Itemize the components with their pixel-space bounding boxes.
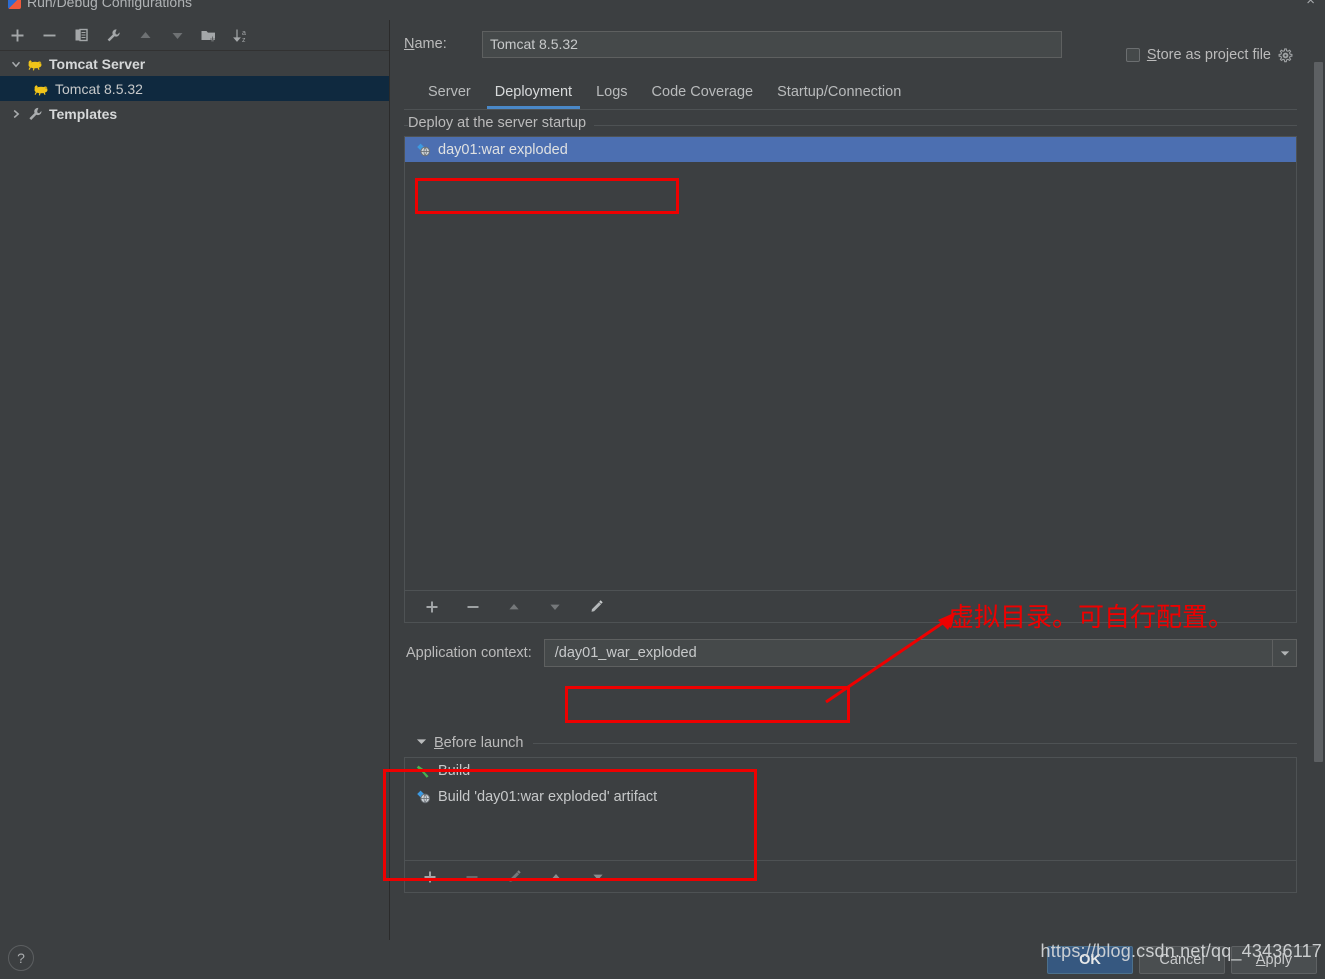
store-as-project-file-checkbox[interactable] <box>1125 48 1140 62</box>
chevron-right-icon[interactable] <box>6 109 26 119</box>
remove-artifact-button[interactable] <box>462 596 484 618</box>
tab-logs[interactable]: Logs <box>584 84 639 109</box>
dialog-scrollbar[interactable] <box>1314 62 1323 940</box>
edit-artifact-button[interactable] <box>585 596 607 618</box>
deployment-artifacts-list[interactable]: day01:war exploded <box>404 136 1297 591</box>
wrench-icon <box>26 106 44 122</box>
configurations-sidebar: a z Tomcat Server Tomcat 8.5.32 Template… <box>0 20 390 940</box>
annotation-note-text: 虚拟目录。可自行配置。 <box>948 603 1235 633</box>
tab-code-coverage[interactable]: Code Coverage <box>640 84 766 109</box>
configuration-tabs: Server Deployment Logs Code Coverage Sta… <box>391 71 1311 109</box>
run-debug-configurations-dialog: Run/Debug Configurations × a z Tomcat Se… <box>0 0 1325 979</box>
new-folder-button[interactable] <box>198 24 220 46</box>
store-as-project-file-row[interactable]: Store as project file <box>1125 47 1293 63</box>
tree-item-tomcat-server[interactable]: Tomcat Server <box>0 51 389 76</box>
before-launch-header[interactable]: Before launch <box>404 731 1297 755</box>
list-item-label: day01:war exploded <box>438 141 568 158</box>
list-item-label: Build 'day01:war exploded' artifact <box>438 789 658 805</box>
store-as-project-file-label: Store as project file <box>1146 47 1271 63</box>
section-divider <box>533 742 1297 744</box>
chevron-down-icon[interactable] <box>1272 640 1296 666</box>
watermark: https://blog.csdn.net/qq_43436117 <box>1040 941 1322 961</box>
name-label: Name: <box>404 36 447 52</box>
close-icon[interactable]: × <box>1306 0 1315 8</box>
artifact-icon <box>415 142 433 158</box>
application-context-label: Application context: <box>406 645 532 661</box>
sidebar-toolbar: a z <box>0 20 389 50</box>
list-item[interactable]: day01:war exploded <box>405 137 1296 162</box>
scrollbar-thumb[interactable] <box>1314 62 1323 762</box>
gear-icon[interactable] <box>1278 47 1293 63</box>
move-up-button[interactable] <box>134 24 156 46</box>
tree-item-tomcat-8-5-32[interactable]: Tomcat 8.5.32 <box>0 76 389 101</box>
move-down-button[interactable] <box>166 24 188 46</box>
add-configuration-button[interactable] <box>6 24 28 46</box>
list-item[interactable]: Build <box>405 758 1296 784</box>
deploy-section-header: Deploy at the server startup <box>404 110 1297 136</box>
configurations-tree: Tomcat Server Tomcat 8.5.32 Templates <box>0 50 389 938</box>
move-artifact-up-button[interactable] <box>503 596 525 618</box>
svg-text:z: z <box>242 37 246 44</box>
tomcat-icon <box>32 81 50 97</box>
chevron-down-icon[interactable] <box>6 59 26 69</box>
tree-item-templates[interactable]: Templates <box>0 101 389 126</box>
move-task-up-button[interactable] <box>545 866 567 888</box>
help-button[interactable]: ? <box>8 945 34 971</box>
remove-configuration-button[interactable] <box>38 24 60 46</box>
tomcat-icon <box>26 56 44 72</box>
edit-task-button[interactable] <box>503 866 525 888</box>
tree-item-label: Templates <box>49 105 118 122</box>
tab-server[interactable]: Server <box>416 84 483 109</box>
move-task-down-button[interactable] <box>587 866 609 888</box>
before-launch-toolbar <box>404 861 1297 893</box>
build-hammer-icon <box>415 763 433 779</box>
copy-configuration-button[interactable] <box>70 24 92 46</box>
sort-configurations-button[interactable]: a z <box>230 24 252 46</box>
svg-text:a: a <box>242 30 246 37</box>
edit-templates-button[interactable] <box>102 24 124 46</box>
before-launch-section: Before launch Build Build 'day01:war exp… <box>404 731 1297 893</box>
dialog-title: Run/Debug Configurations <box>27 0 192 10</box>
list-item[interactable]: Build 'day01:war exploded' artifact <box>405 784 1296 810</box>
tree-item-label: Tomcat 8.5.32 <box>55 80 143 97</box>
before-launch-task-list[interactable]: Build Build 'day01:war exploded' artifac… <box>404 757 1297 861</box>
list-item-label: Build <box>438 763 471 779</box>
tab-startup-connection[interactable]: Startup/Connection <box>765 84 913 109</box>
artifact-icon <box>415 789 433 805</box>
add-task-button[interactable] <box>419 866 441 888</box>
remove-task-button[interactable] <box>461 866 483 888</box>
move-artifact-down-button[interactable] <box>544 596 566 618</box>
dialog-titlebar: Run/Debug Configurations × <box>0 0 1325 13</box>
add-artifact-button[interactable] <box>421 596 443 618</box>
configuration-editor-pane: Name: Store as project file Server Deplo… <box>391 20 1311 940</box>
application-context-value[interactable]: /day01_war_exploded <box>545 645 697 661</box>
tab-deployment[interactable]: Deployment <box>483 84 584 109</box>
before-launch-title: Before launch <box>434 735 534 751</box>
chevron-down-icon[interactable] <box>416 738 427 749</box>
tree-item-label: Tomcat Server <box>49 55 146 72</box>
intellij-idea-icon <box>8 0 21 9</box>
name-input[interactable] <box>482 30 1062 58</box>
deploy-section-label: Deploy at the server startup <box>408 115 595 131</box>
